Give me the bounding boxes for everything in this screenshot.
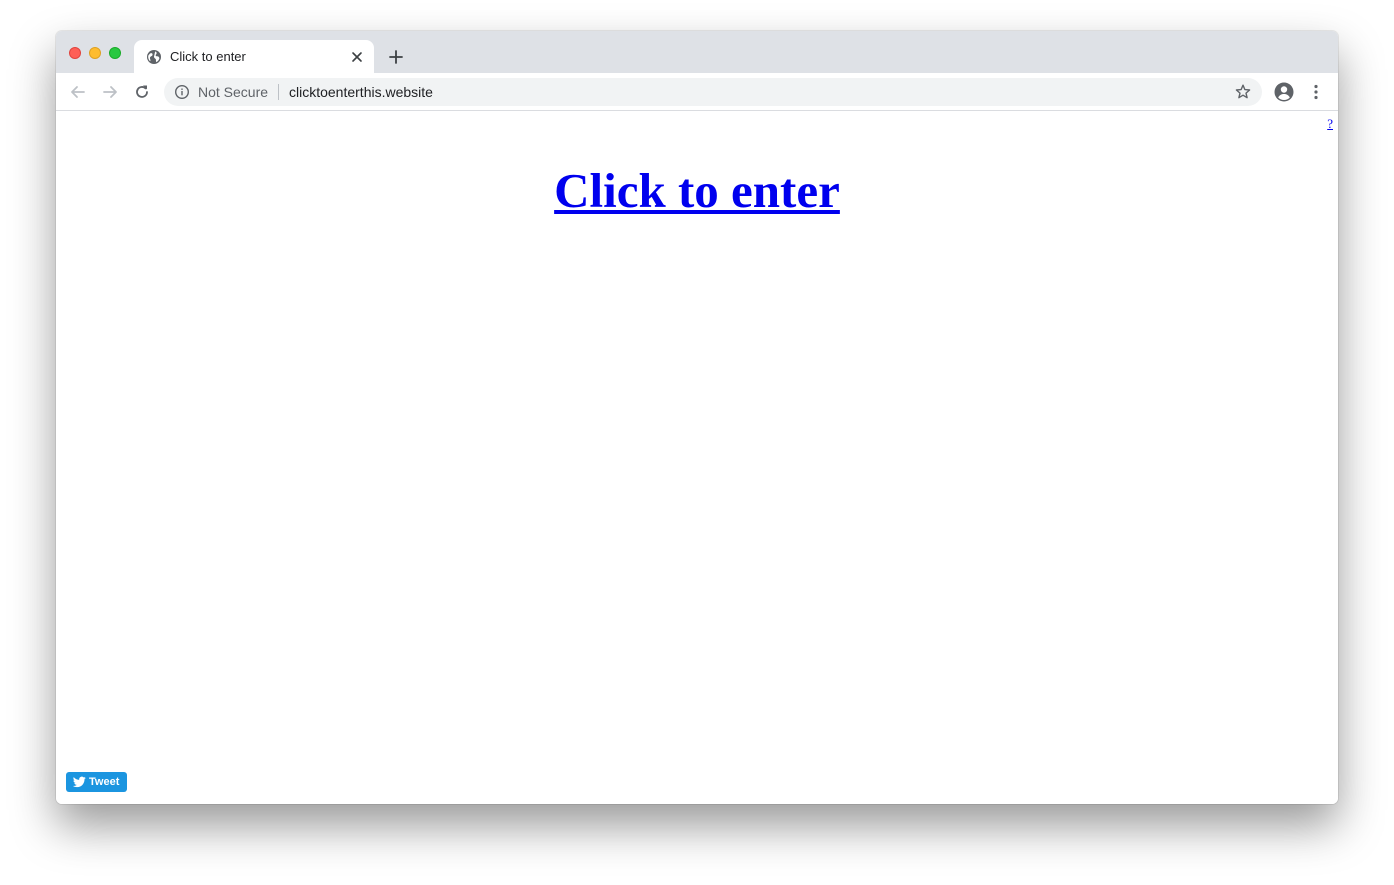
url-text[interactable]: clicktoenterthis.website bbox=[289, 84, 433, 100]
close-icon[interactable] bbox=[350, 50, 364, 64]
main-heading: Click to enter bbox=[56, 163, 1338, 219]
twitter-bird-icon bbox=[73, 776, 86, 788]
arrow-right-icon[interactable] bbox=[101, 83, 119, 101]
tweet-button[interactable]: Tweet bbox=[66, 772, 127, 792]
help-link[interactable]: ? bbox=[1327, 116, 1333, 132]
reload-icon[interactable] bbox=[133, 83, 151, 101]
browser-toolbar: Not Secure clicktoenterthis.website bbox=[56, 73, 1338, 111]
click-to-enter-link[interactable]: Click to enter bbox=[554, 163, 840, 218]
window-minimize-button[interactable] bbox=[89, 47, 101, 59]
plus-icon[interactable] bbox=[388, 49, 404, 65]
omnibox-separator bbox=[278, 84, 279, 100]
address-bar[interactable]: Not Secure clicktoenterthis.website bbox=[164, 78, 1262, 106]
tab-strip: Click to enter bbox=[56, 31, 1338, 73]
globe-icon bbox=[147, 50, 161, 64]
browser-tab[interactable]: Click to enter bbox=[134, 40, 374, 73]
star-icon[interactable] bbox=[1234, 83, 1252, 101]
more-vertical-icon[interactable] bbox=[1308, 83, 1324, 101]
security-label[interactable]: Not Secure bbox=[198, 84, 268, 100]
window-maximize-button[interactable] bbox=[109, 47, 121, 59]
arrow-left-icon[interactable] bbox=[69, 83, 87, 101]
account-circle-icon[interactable] bbox=[1274, 82, 1294, 102]
page-viewport: ? Click to enter Tweet bbox=[56, 111, 1338, 804]
browser-window: Click to enter Not Secure clicktoenterth… bbox=[56, 31, 1338, 804]
window-close-button[interactable] bbox=[69, 47, 81, 59]
info-icon[interactable] bbox=[174, 84, 190, 100]
tab-title: Click to enter bbox=[170, 49, 246, 64]
tweet-label: Tweet bbox=[89, 776, 120, 788]
